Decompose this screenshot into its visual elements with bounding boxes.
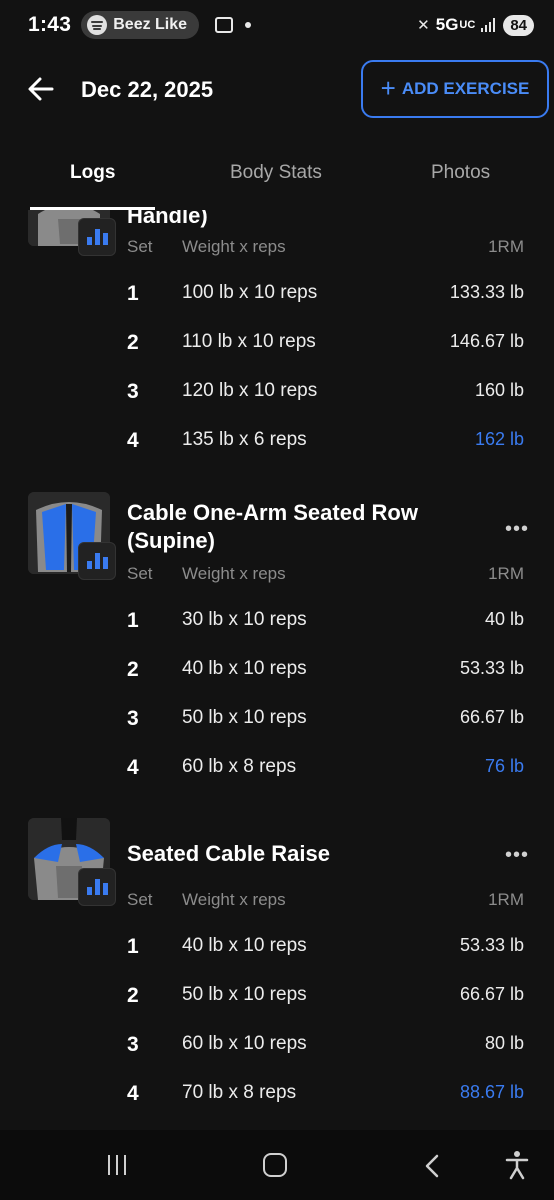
- workout-log-list[interactable]: Handle) Set Weight x reps 1RM 1 100 lb x…: [0, 210, 554, 1130]
- plus-icon: +: [380, 73, 396, 103]
- screen-record-icon: [215, 17, 234, 33]
- set-row[interactable]: 3 50 lb x 10 reps 66.67 lb: [0, 707, 554, 747]
- set-row[interactable]: 3 120 lb x 10 reps 160 lb: [0, 380, 554, 420]
- set-weight-reps: 120 lb x 10 reps: [182, 380, 318, 401]
- col-head-set: Set: [127, 890, 153, 909]
- set-number: 3: [127, 380, 139, 403]
- stats-icon[interactable]: [78, 218, 116, 256]
- status-time: 1:43: [28, 13, 72, 36]
- set-row[interactable]: 3 60 lb x 10 reps 80 lb: [0, 1033, 554, 1073]
- set-weight-reps: 30 lb x 10 reps: [182, 609, 307, 630]
- set-weight-reps: 60 lb x 8 reps: [182, 756, 297, 777]
- now-playing-label: Beez Like: [113, 16, 188, 33]
- col-head-weight-reps: Weight x reps: [182, 564, 286, 583]
- set-one-rm-pr: 88.67 lb: [459, 1082, 524, 1102]
- set-number: 4: [127, 429, 139, 452]
- set-one-rm: 66.67 lb: [459, 984, 524, 1004]
- notification-dot-icon: [245, 22, 252, 28]
- col-head-weight-reps: Weight x reps: [182, 237, 286, 256]
- col-head-1rm: 1RM: [488, 237, 524, 256]
- set-row[interactable]: 4 60 lb x 8 reps 76 lb: [0, 756, 554, 796]
- nav-back-icon[interactable]: [423, 1153, 441, 1179]
- set-row[interactable]: 2 50 lb x 10 reps 66.67 lb: [0, 984, 554, 1024]
- set-number: 4: [127, 1082, 139, 1105]
- network-subtype: UC: [459, 19, 476, 31]
- now-playing-chip[interactable]: Beez Like: [81, 11, 200, 39]
- set-weight-reps: 40 lb x 10 reps: [182, 935, 307, 956]
- system-nav-bar: [0, 1130, 554, 1200]
- page-title: Dec 22, 2025: [81, 77, 214, 102]
- set-number: 2: [127, 658, 139, 681]
- more-options-icon[interactable]: •••: [505, 844, 529, 867]
- stats-icon[interactable]: [78, 542, 116, 580]
- add-exercise-label: ADD EXERCISE: [401, 79, 530, 98]
- set-one-rm: 146.67 lb: [449, 331, 524, 351]
- set-one-rm: 133.33 lb: [449, 282, 524, 302]
- battery-indicator: 84: [503, 14, 534, 36]
- back-arrow-icon[interactable]: [26, 74, 56, 104]
- set-weight-reps: 60 lb x 10 reps: [182, 1033, 307, 1054]
- set-one-rm: 80 lb: [484, 1033, 524, 1053]
- col-head-set: Set: [127, 237, 153, 256]
- set-number: 1: [127, 935, 139, 958]
- stats-icon[interactable]: [78, 868, 116, 906]
- set-one-rm: 53.33 lb: [459, 658, 524, 678]
- accessibility-icon[interactable]: [505, 1150, 529, 1180]
- mute-icon: ✕: [417, 17, 430, 34]
- set-weight-reps: 110 lb x 10 reps: [182, 331, 316, 352]
- set-row[interactable]: 4 70 lb x 8 reps 88.67 lb: [0, 1082, 554, 1122]
- spotify-icon: [87, 15, 108, 35]
- tab-bar: Logs Body Stats Photos: [0, 150, 554, 210]
- set-weight-reps: 50 lb x 10 reps: [182, 707, 307, 728]
- col-head-1rm: 1RM: [488, 564, 524, 583]
- set-number: 1: [127, 282, 139, 305]
- set-row[interactable]: 2 40 lb x 10 reps 53.33 lb: [0, 658, 554, 698]
- set-weight-reps: 70 lb x 8 reps: [182, 1082, 297, 1103]
- set-weight-reps: 40 lb x 10 reps: [182, 658, 307, 679]
- set-number: 4: [127, 756, 139, 779]
- tab-logs[interactable]: Logs: [70, 162, 115, 184]
- set-row[interactable]: 4 135 lb x 6 reps 162 lb: [0, 429, 554, 469]
- tab-body-stats[interactable]: Body Stats: [230, 162, 322, 184]
- status-bar: 1:43 Beez Like ✕ 5G UC 84: [0, 0, 554, 50]
- set-row[interactable]: 1 30 lb x 10 reps 40 lb: [0, 609, 554, 649]
- exercise-title: Handle): [127, 210, 208, 228]
- set-one-rm: 66.67 lb: [459, 707, 524, 727]
- tab-photos[interactable]: Photos: [431, 162, 490, 184]
- set-weight-reps: 135 lb x 6 reps: [182, 429, 307, 450]
- set-one-rm: 53.33 lb: [459, 935, 524, 955]
- set-row[interactable]: 1 40 lb x 10 reps 53.33 lb: [0, 935, 554, 975]
- home-icon[interactable]: [263, 1153, 287, 1177]
- col-head-1rm: 1RM: [488, 890, 524, 909]
- exercise-title: Seated Cable Raise: [127, 841, 330, 866]
- set-weight-reps: 50 lb x 10 reps: [182, 984, 307, 1005]
- set-one-rm: 40 lb: [484, 609, 524, 629]
- set-number: 2: [127, 984, 139, 1007]
- set-row[interactable]: 2 110 lb x 10 reps 146.67 lb: [0, 331, 554, 371]
- set-number: 2: [127, 331, 139, 354]
- set-weight-reps: 100 lb x 10 reps: [182, 282, 318, 303]
- set-one-rm-pr: 76 lb: [484, 756, 524, 776]
- set-one-rm-pr: 162 lb: [474, 429, 524, 449]
- signal-icon: [481, 18, 496, 32]
- set-number: 3: [127, 1033, 139, 1056]
- set-number: 3: [127, 707, 139, 730]
- header: Dec 22, 2025 + ADD EXERCISE: [0, 60, 554, 120]
- set-number: 1: [127, 609, 139, 632]
- recents-icon[interactable]: [108, 1155, 126, 1175]
- col-head-weight-reps: Weight x reps: [182, 890, 286, 909]
- more-options-icon[interactable]: •••: [505, 518, 529, 541]
- exercise-title: Cable One-Arm Seated Row (Supine): [127, 500, 418, 553]
- network-type: 5G: [435, 15, 459, 34]
- set-one-rm: 160 lb: [474, 380, 524, 400]
- set-row[interactable]: 1 100 lb x 10 reps 133.33 lb: [0, 282, 554, 322]
- add-exercise-button[interactable]: + ADD EXERCISE: [361, 60, 549, 118]
- col-head-set: Set: [127, 564, 153, 583]
